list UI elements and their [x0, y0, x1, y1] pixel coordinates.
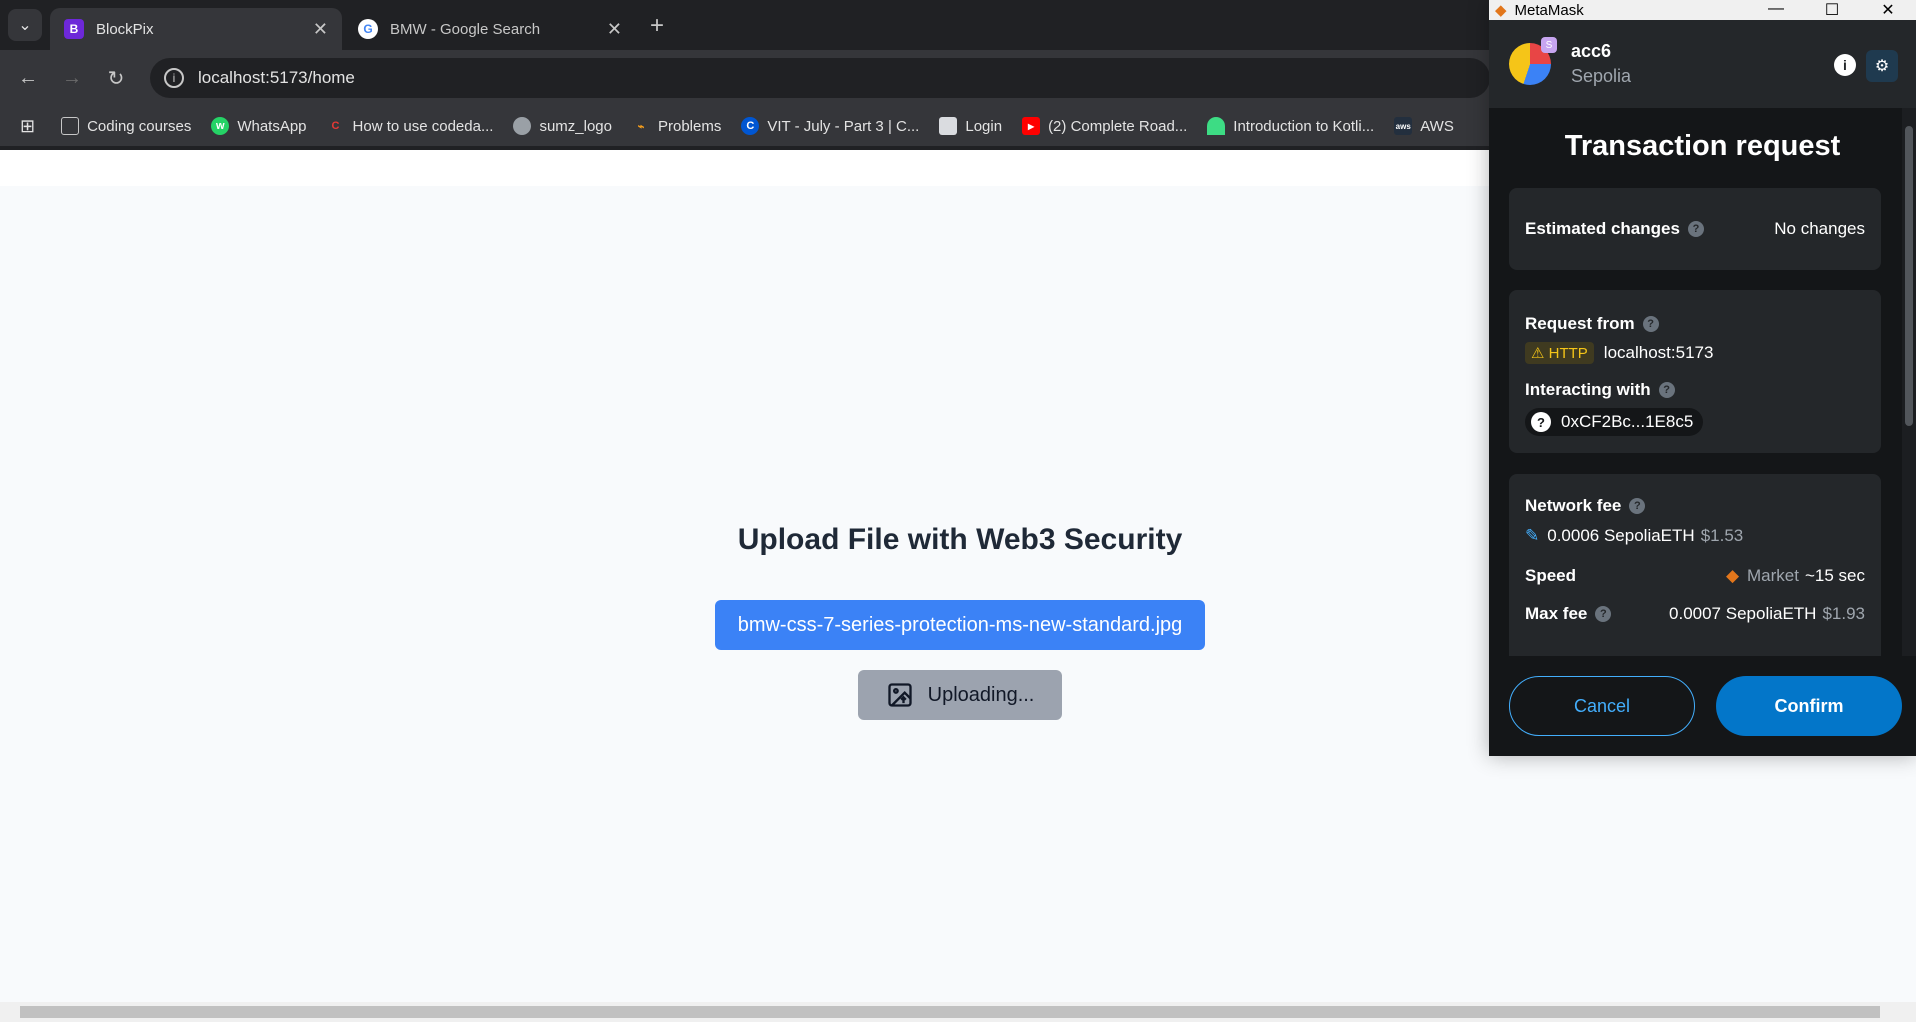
coursera-icon: C [741, 117, 760, 135]
help-icon[interactable]: ? [1658, 382, 1675, 398]
account-name: acc6 [1571, 41, 1612, 61]
upload-button[interactable]: Uploading... [858, 670, 1062, 720]
request-card: Request from? ⚠ HTTP localhost:5173 Inte… [1509, 290, 1881, 453]
bookmark-problems[interactable]: ⌁ Problems [632, 117, 722, 135]
horizontal-scrollbar[interactable] [0, 1002, 1916, 1022]
network-fee-fiat: $1.53 [1700, 526, 1744, 545]
tab-blockpix[interactable]: B BlockPix ✕ [50, 8, 342, 50]
apps-grid-icon[interactable]: ⊞ [20, 116, 35, 137]
aws-icon: aws [1394, 117, 1413, 135]
page-icon [939, 117, 958, 135]
bookmark-kotlin[interactable]: Introduction to Kotli... [1207, 117, 1374, 135]
minimize-icon[interactable]: — [1748, 0, 1804, 20]
max-fee-label: Max fee [1525, 604, 1588, 623]
warning-icon: ⚠ [1531, 345, 1549, 362]
speed-value: Market [1747, 566, 1799, 585]
edit-pencil-icon[interactable]: ✎ [1525, 526, 1539, 546]
metamask-fox-icon: ◆ [1495, 2, 1507, 19]
image-upload-icon [887, 683, 912, 707]
upload-button-label: Uploading... [927, 683, 1035, 706]
tab-search-dropdown[interactable]: ⌄ [8, 9, 42, 41]
unknown-contract-icon: ? [1531, 412, 1551, 432]
metamask-scrollbar[interactable] [1902, 108, 1916, 656]
confirm-button[interactable]: Confirm [1716, 676, 1902, 736]
bookmark-codedamn[interactable]: C How to use codeda... [327, 117, 494, 135]
window-title: MetaMask [1514, 1, 1584, 19]
help-icon[interactable]: ? [1687, 221, 1704, 237]
tab-label: BMW - Google Search [390, 20, 541, 38]
bookmark-aws[interactable]: aws AWS [1394, 117, 1454, 135]
speed-time: ~15 sec [1804, 566, 1865, 585]
file-select-button[interactable]: bmw-css-7-series-protection-ms-new-stand… [715, 600, 1205, 650]
network-badge: S [1541, 37, 1557, 53]
estimated-changes-label: Estimated changes [1525, 219, 1680, 238]
whatsapp-icon: w [211, 117, 230, 135]
account-header: S acc6 Sepolia i ⚙ [1489, 20, 1916, 108]
close-icon[interactable]: ✕ [607, 19, 622, 40]
max-fee-value: 0.0007 SepoliaETH [1669, 604, 1817, 623]
metamask-titlebar: ◆ MetaMask — ☐ ✕ [1489, 0, 1916, 20]
info-icon[interactable]: i [1834, 54, 1856, 76]
estimated-changes-value: No changes [1774, 219, 1865, 238]
help-icon[interactable]: ? [1595, 606, 1612, 622]
speed-label: Speed [1525, 566, 1577, 585]
leetcode-icon: ⌁ [637, 120, 645, 133]
bookmark-login[interactable]: Login [939, 117, 1002, 135]
maximize-icon[interactable]: ☐ [1804, 0, 1860, 20]
estimated-changes-card: Estimated changes ? No changes [1509, 188, 1881, 270]
bookmark-sumz-logo[interactable]: sumz_logo [513, 117, 612, 135]
globe-icon [513, 117, 532, 135]
chevron-down-icon: ⌄ [18, 17, 32, 34]
close-icon[interactable]: ✕ [313, 19, 328, 40]
metamask-footer: Cancel Confirm [1489, 656, 1916, 756]
url-text: localhost:5173/home [198, 68, 355, 87]
tab-label: BlockPix [96, 20, 154, 38]
settings-sliders-icon[interactable]: ⚙ [1866, 50, 1898, 82]
request-from-label: Request from [1525, 314, 1635, 333]
network-fee-value: 0.0006 SepoliaETH [1547, 526, 1695, 545]
scrollbar-thumb[interactable] [1905, 126, 1913, 426]
metamask-window: ◆ MetaMask — ☐ ✕ S acc6 Sepolia i ⚙ Tran… [1489, 0, 1916, 756]
help-icon[interactable]: ? [1642, 316, 1659, 332]
contract-address-pill[interactable]: ? 0xCF2Bc...1E8c5 [1525, 408, 1704, 436]
folder-icon [61, 117, 80, 135]
bookmark-roadmap[interactable]: ▶ (2) Complete Road... [1022, 117, 1187, 135]
max-fee-fiat: $1.93 [1822, 604, 1865, 623]
fox-icon: ◆ [1725, 566, 1740, 585]
forward-arrow-icon[interactable]: → [56, 62, 88, 94]
android-icon [1207, 117, 1226, 135]
help-icon[interactable]: ? [1629, 498, 1646, 514]
cancel-button[interactable]: Cancel [1509, 676, 1695, 736]
scrollbar-thumb[interactable] [20, 1006, 1880, 1018]
new-tab-plus-icon[interactable]: + [650, 12, 664, 40]
youtube-icon: ▶ [1022, 117, 1041, 135]
network-fee-label: Network fee [1525, 496, 1622, 515]
blockpix-favicon-icon: B [64, 19, 84, 39]
address-bar[interactable]: i localhost:5173/home [150, 58, 1490, 98]
tab-google[interactable]: G BMW - Google Search ✕ [344, 8, 636, 50]
account-avatar: S [1509, 37, 1557, 85]
fee-card: Network fee? ✎ 0.0006 SepoliaETH $1.53 S… [1509, 474, 1881, 656]
transaction-heading: Transaction request [1564, 130, 1841, 162]
bookmark-vit[interactable]: C VIT - July - Part 3 | C... [741, 117, 919, 135]
network-name: Sepolia [1571, 66, 1632, 86]
google-favicon-icon: G [358, 19, 378, 39]
close-window-icon[interactable]: ✕ [1860, 0, 1916, 20]
site-info-icon[interactable]: i [164, 68, 184, 88]
bookmark-coding-courses[interactable]: Coding courses [61, 117, 191, 135]
back-arrow-icon[interactable]: ← [12, 62, 44, 94]
codedamn-icon: C [331, 120, 340, 132]
reload-icon[interactable]: ↻ [100, 62, 132, 94]
interacting-with-label: Interacting with [1525, 380, 1651, 399]
http-warning-badge: ⚠ HTTP [1525, 342, 1594, 364]
request-origin: localhost:5173 [1603, 343, 1714, 362]
bookmark-whatsapp[interactable]: w WhatsApp [211, 117, 307, 135]
